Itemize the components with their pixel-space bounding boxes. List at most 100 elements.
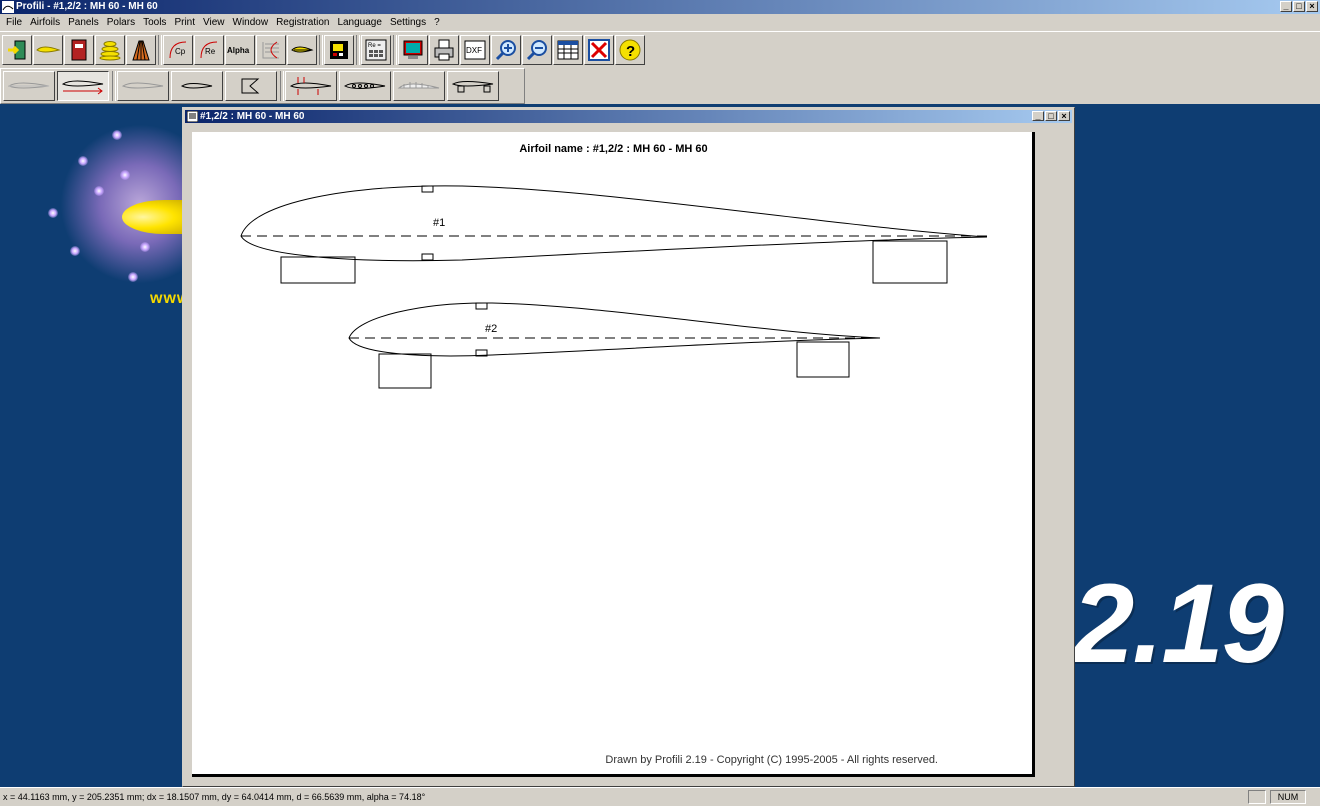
drawing-copyright: Drawn by Profili 2.19 - Copyright (C) 19… <box>605 754 938 766</box>
document-titlebar[interactable]: #1,2/2 : MH 60 - MH 60 _ □ × <box>185 110 1072 123</box>
cp-label: Cp <box>175 47 186 56</box>
close-button[interactable]: × <box>1306 1 1318 12</box>
splash-star <box>48 208 58 218</box>
dxf-export-button[interactable]: DXF <box>460 34 490 65</box>
calc-screen-icon <box>330 40 348 59</box>
wing-section-button[interactable] <box>3 71 55 101</box>
menu-tools[interactable]: Tools <box>139 17 170 28</box>
menu-file[interactable]: File <box>2 17 26 28</box>
ribs-icon <box>132 40 150 60</box>
minimize-button[interactable]: _ <box>1280 1 1292 12</box>
splash-star <box>140 242 150 252</box>
mdi-workspace: www 2.19 #1,2/2 : MH 60 - MH 60 _ □ × Ai… <box>0 104 1320 787</box>
restore-button[interactable]: □ <box>1293 1 1305 12</box>
zoom-in-icon <box>495 39 516 60</box>
rib-jig-icon <box>451 81 494 93</box>
splash-star <box>128 272 138 282</box>
monitor-button[interactable] <box>398 34 428 65</box>
section-label-1: #1 <box>433 217 446 229</box>
print-button[interactable] <box>429 34 459 65</box>
alpha-label: Alpha <box>227 46 250 55</box>
menu-view[interactable]: View <box>199 17 229 28</box>
airfoil-small-icon <box>180 83 213 89</box>
re-polar-icon: Re <box>200 41 218 58</box>
section-label-2: #2 <box>485 323 498 335</box>
splash-star <box>78 156 88 166</box>
airfoil-small-button[interactable] <box>171 71 223 101</box>
re-calculator-button[interactable]: Re = <box>361 34 391 65</box>
table-icon <box>557 40 579 59</box>
airfoil-outline-button[interactable] <box>117 71 169 101</box>
zoom-in-button[interactable] <box>491 34 521 65</box>
calc-screen-button[interactable] <box>324 34 354 65</box>
document-close-button[interactable]: × <box>1058 111 1070 121</box>
cursor-coordinates: x = 44.1163 mm, y = 205.2351 mm; dx = 18… <box>3 792 426 802</box>
airfoil-drawing <box>240 185 988 389</box>
menu-print[interactable]: Print <box>170 17 199 28</box>
menu-window[interactable]: Window <box>229 17 273 28</box>
alpha-polar-button[interactable]: Alpha <box>225 34 255 65</box>
drawing-toolbar <box>0 68 525 104</box>
document-minimize-button[interactable]: _ <box>1032 111 1044 121</box>
sheeting-button[interactable] <box>393 71 445 101</box>
splash-star <box>112 130 122 140</box>
wing-section-icon <box>7 82 50 89</box>
drawing-sheet[interactable]: Airfoil name : #1,2/2 : MH 60 - MH 60 #1… <box>192 132 1035 777</box>
spar-forces-button[interactable] <box>285 71 337 101</box>
splash-star <box>94 186 104 196</box>
menu-airfoils[interactable]: Airfoils <box>26 17 64 28</box>
close-document-button[interactable] <box>584 34 614 65</box>
document-maximize-button[interactable]: □ <box>1045 111 1057 121</box>
airfoil-icon <box>36 46 61 52</box>
main-toolbar: Cp Re Alpha Re = DXF ? <box>0 31 1320 67</box>
re-calculator-icon: Re = <box>365 39 387 60</box>
status-panel-empty <box>1248 790 1266 804</box>
ribs-button[interactable] <box>126 34 156 65</box>
help-label: ? <box>626 43 635 60</box>
template-icon <box>241 78 260 94</box>
menu-settings[interactable]: Settings <box>386 17 430 28</box>
window-controls: _ □ × <box>1280 1 1318 12</box>
polar-curve-button[interactable] <box>256 34 286 65</box>
menu-registration[interactable]: Registration <box>272 17 333 28</box>
lightening-holes-button[interactable] <box>339 71 391 101</box>
airfoil-section-1 <box>240 185 988 284</box>
template-button[interactable] <box>225 71 277 101</box>
document-window-controls: _ □ × <box>1032 111 1070 121</box>
profili-app-icon <box>2 1 14 13</box>
library-button[interactable] <box>64 34 94 65</box>
cp-polar-button[interactable]: Cp <box>163 34 193 65</box>
re-calc-label: Re = <box>368 43 381 49</box>
airfoil-section-2 <box>348 302 881 389</box>
airfoil-edit-icon <box>291 46 314 52</box>
airfoil-outline-icon <box>121 82 164 89</box>
status-bar: x = 44.1163 mm, y = 205.2351 mm; dx = 18… <box>0 787 1320 806</box>
exit-button[interactable] <box>2 34 32 65</box>
splash-star <box>120 170 130 180</box>
wing-section-arrow-button[interactable] <box>57 71 109 101</box>
menu-language[interactable]: Language <box>333 17 386 28</box>
rib-jig-button[interactable] <box>447 71 499 101</box>
spar-forces-icon <box>289 77 332 95</box>
sheeting-icon <box>397 82 440 89</box>
app-titlebar[interactable]: Profili - #1,2/2 : MH 60 - MH 60 _ □ × <box>0 0 1320 14</box>
airfoil-name-heading: Airfoil name : #1,2/2 : MH 60 - MH 60 <box>519 143 708 155</box>
menu-panels[interactable]: Panels <box>64 17 103 28</box>
help-button[interactable]: ? <box>615 34 645 65</box>
stack-button[interactable] <box>95 34 125 65</box>
help-icon: ? <box>619 39 641 60</box>
cp-polar-icon: Cp <box>169 41 187 58</box>
zoom-out-button[interactable] <box>522 34 552 65</box>
airfoil-edit-button[interactable] <box>287 34 317 65</box>
menubar: File Airfoils Panels Polars Tools Print … <box>0 14 1320 30</box>
app-title: Profili - #1,2/2 : MH 60 - MH 60 <box>16 1 158 12</box>
airfoil-button[interactable] <box>33 34 63 65</box>
book-icon <box>71 39 87 60</box>
menu-help[interactable]: ? <box>430 17 444 28</box>
airfoil-document-window[interactable]: #1,2/2 : MH 60 - MH 60 _ □ × Airfoil nam… <box>182 107 1075 787</box>
exit-icon <box>8 40 26 59</box>
document-icon <box>187 111 198 122</box>
re-polar-button[interactable]: Re <box>194 34 224 65</box>
table-button[interactable] <box>553 34 583 65</box>
menu-polars[interactable]: Polars <box>103 17 139 28</box>
